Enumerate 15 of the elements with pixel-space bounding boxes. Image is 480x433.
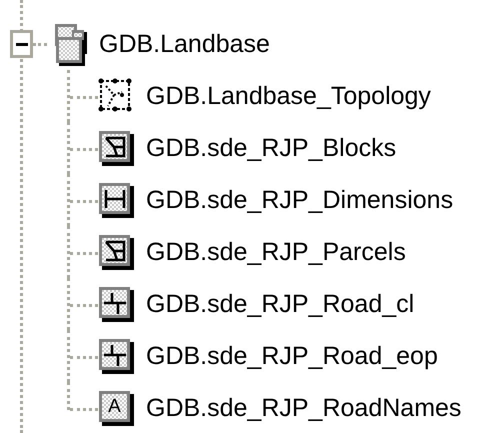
tree-item-label[interactable]: GDB.Landbase bbox=[99, 32, 270, 56]
dimension-layer-icon bbox=[98, 182, 134, 218]
tree-item-label[interactable]: GDB.sde_RJP_RoadNames bbox=[146, 396, 462, 420]
tree-item-label[interactable]: GDB.sde_RJP_Road_cl bbox=[146, 292, 414, 316]
minus-icon bbox=[16, 42, 28, 46]
line-layer-icon bbox=[98, 286, 134, 322]
tree-item-label[interactable]: GDB.sde_RJP_Dimensions bbox=[146, 188, 454, 212]
tree-item-label[interactable]: GDB.sde_RJP_Parcels bbox=[146, 240, 406, 264]
polygon-layer-icon bbox=[98, 234, 134, 270]
tree-item-label[interactable]: GDB.sde_RJP_Road_eop bbox=[146, 344, 438, 368]
tree-item-label[interactable]: GDB.Landbase_Topology bbox=[146, 84, 431, 108]
expand-toggle[interactable] bbox=[10, 30, 33, 58]
line-layer-icon bbox=[98, 338, 134, 374]
tree-item-label[interactable]: GDB.sde_RJP_Blocks bbox=[146, 136, 396, 160]
polygon-layer-icon bbox=[98, 130, 134, 166]
